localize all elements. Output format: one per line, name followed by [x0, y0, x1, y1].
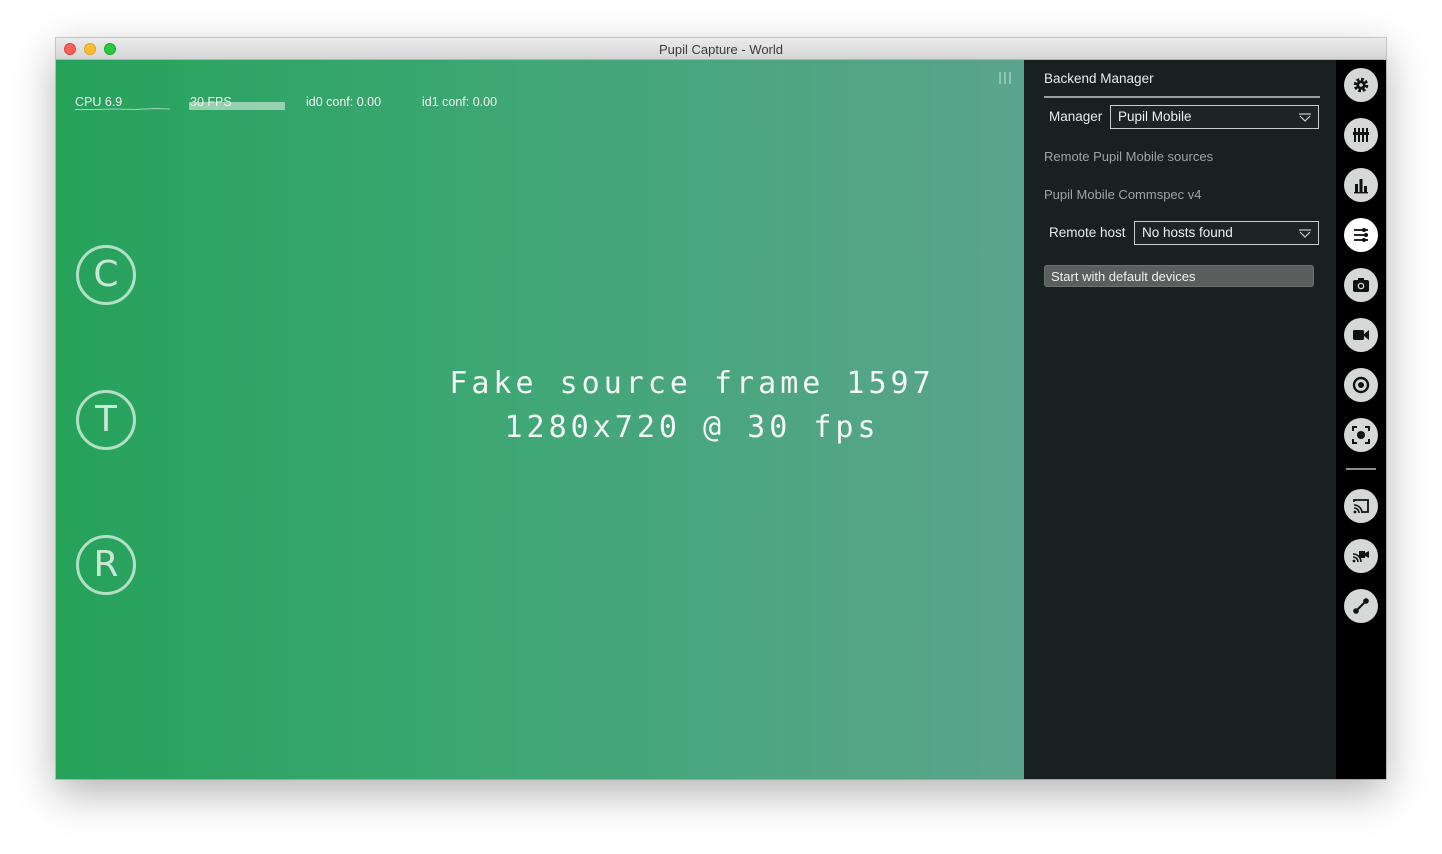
chevron-down-icon	[1299, 113, 1311, 122]
backend-manager-icon	[1354, 228, 1368, 242]
commspec-info: Pupil Mobile Commspec v4	[1044, 187, 1202, 202]
frame-overlay: Fake source frame 1597 1280x720 @ 30 fps	[374, 366, 1018, 466]
manager-label: Manager	[1049, 109, 1103, 124]
app-window: Pupil Capture - World CPU 6.9 30 FPS id0…	[56, 38, 1386, 779]
calibration-button[interactable]	[1344, 368, 1378, 402]
panel-title-divider	[1044, 96, 1320, 98]
screen-capture-icon	[1352, 426, 1370, 444]
recorder-button[interactable]	[1344, 318, 1378, 352]
chevron-down-icon	[1299, 229, 1311, 238]
icon-bar-divider	[1346, 468, 1376, 470]
record-button[interactable]: R	[76, 535, 136, 595]
remote-host-select[interactable]: No hosts found	[1134, 221, 1319, 245]
backend-manager-panel: Backend Manager Manager Pupil Mobile Rem…	[1024, 60, 1336, 779]
record-target-icon	[1352, 376, 1370, 394]
cast-icon	[1353, 499, 1369, 514]
bar-chart-icon	[1354, 179, 1368, 194]
calibrate-button[interactable]: C	[76, 245, 136, 305]
camera-icon	[1353, 278, 1369, 292]
pupil-detector-settings-button[interactable]	[1344, 118, 1378, 152]
cast-video-icon	[1352, 551, 1369, 563]
eye0-confidence: id0 conf: 0.00	[306, 95, 382, 109]
eye1-confidence: id1 conf: 0.00	[422, 95, 498, 109]
world-camera-settings-button[interactable]	[1344, 268, 1378, 302]
equalizer-icon	[1353, 128, 1369, 142]
panel-title: Backend Manager	[1044, 71, 1154, 86]
plugin-icon-bar	[1336, 60, 1386, 779]
video-streaming-button[interactable]	[1344, 539, 1378, 573]
pipeline-icon	[1353, 598, 1369, 614]
manager-select-value: Pupil Mobile	[1118, 109, 1192, 124]
network-api-button[interactable]	[1344, 489, 1378, 523]
remote-sources-heading: Remote Pupil Mobile sources	[1044, 149, 1214, 164]
backend-manager-button[interactable]	[1344, 218, 1378, 252]
cpu-graph	[75, 107, 170, 110]
manager-select[interactable]: Pupil Mobile	[1110, 105, 1319, 129]
general-settings-button[interactable]	[1344, 68, 1378, 102]
accuracy-visualizer-button[interactable]	[1344, 168, 1378, 202]
panel-drag-handle[interactable]	[999, 72, 1011, 84]
gear-icon	[1353, 77, 1369, 93]
title-bar[interactable]: Pupil Capture - World	[56, 38, 1386, 60]
remote-host-select-value: No hosts found	[1142, 225, 1233, 240]
plugin-manager-button[interactable]	[1344, 589, 1378, 623]
fps-readout: 30 FPS	[190, 95, 232, 109]
surface-tracker-button[interactable]	[1344, 418, 1378, 452]
video-camera-icon	[1353, 330, 1369, 340]
remote-host-label: Remote host	[1049, 225, 1126, 240]
window-title: Pupil Capture - World	[658, 42, 784, 57]
start-default-devices-button[interactable]: Start with default devices	[1044, 265, 1314, 287]
world-video-view[interactable]: CPU 6.9 30 FPS id0 conf: 0.00 id1 conf: …	[56, 60, 1024, 779]
